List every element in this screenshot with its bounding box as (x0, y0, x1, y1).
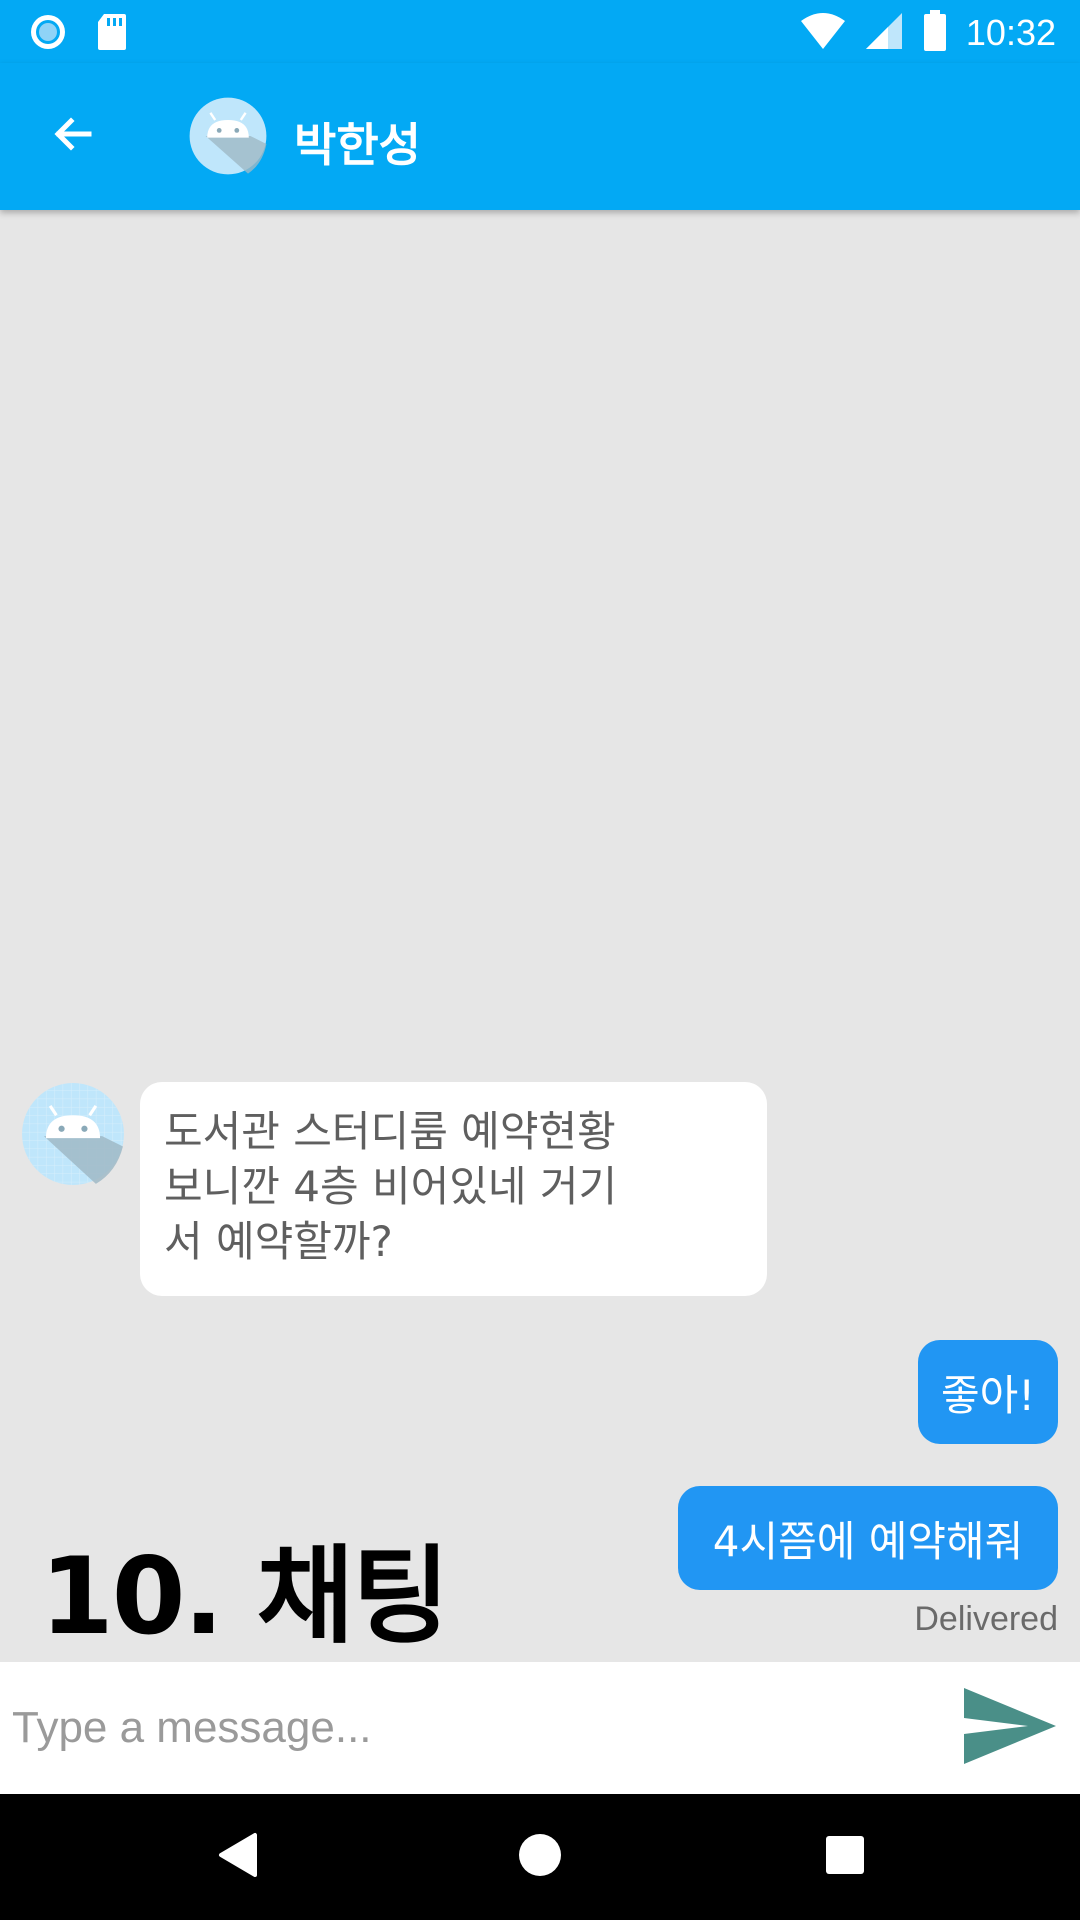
incoming-message-line: 서 예약할까? (164, 1217, 393, 1266)
signal-icon (864, 11, 904, 55)
outgoing-message-bubble[interactable]: 좋아! (918, 1340, 1058, 1444)
circle-notification-icon (28, 12, 68, 56)
navigation-bar (0, 1794, 1080, 1920)
status-bar: 10:32 (0, 0, 1080, 63)
send-icon (962, 1686, 1058, 1770)
sd-card-icon (96, 12, 128, 56)
send-button[interactable] (960, 1686, 1060, 1770)
battery-icon (922, 10, 948, 56)
page-title: 박한성 (294, 118, 421, 172)
back-triangle-icon (215, 1831, 259, 1883)
incoming-message-bubble[interactable]: 도서관 스터디룸 예약현황 보니깐 4층 비어있네 거기 서 예약할까? (140, 1082, 767, 1296)
wifi-icon (800, 11, 846, 55)
delivered-status: Delivered (914, 1600, 1058, 1638)
message-input[interactable] (12, 1686, 912, 1770)
screen-caption: 10. 채팅 (40, 1535, 450, 1658)
recents-square-icon (824, 1834, 866, 1880)
message-input-bar (0, 1662, 1080, 1794)
outgoing-message-bubble[interactable]: 4시쯤에 예약해줘 (678, 1486, 1058, 1590)
status-time: 10:32 (965, 12, 1056, 53)
status-right-icons: 10:32 (800, 10, 1056, 56)
android-avatar-icon[interactable] (21, 1082, 125, 1186)
nav-back-button[interactable] (202, 1822, 272, 1892)
nav-recents-button[interactable] (810, 1822, 880, 1892)
app-bar: 박한성 (0, 63, 1080, 210)
home-circle-icon (517, 1832, 563, 1882)
incoming-message-line: 보니깐 4층 비어있네 거기 (164, 1162, 618, 1211)
nav-home-button[interactable] (505, 1822, 575, 1892)
android-avatar-icon[interactable] (188, 96, 268, 176)
incoming-message-line: 도서관 스터디룸 예약현황 (164, 1107, 616, 1156)
status-left-icons (28, 12, 128, 56)
arrow-left-icon (49, 110, 97, 162)
back-button[interactable] (40, 103, 106, 169)
chat-area[interactable] (0, 210, 1080, 1662)
